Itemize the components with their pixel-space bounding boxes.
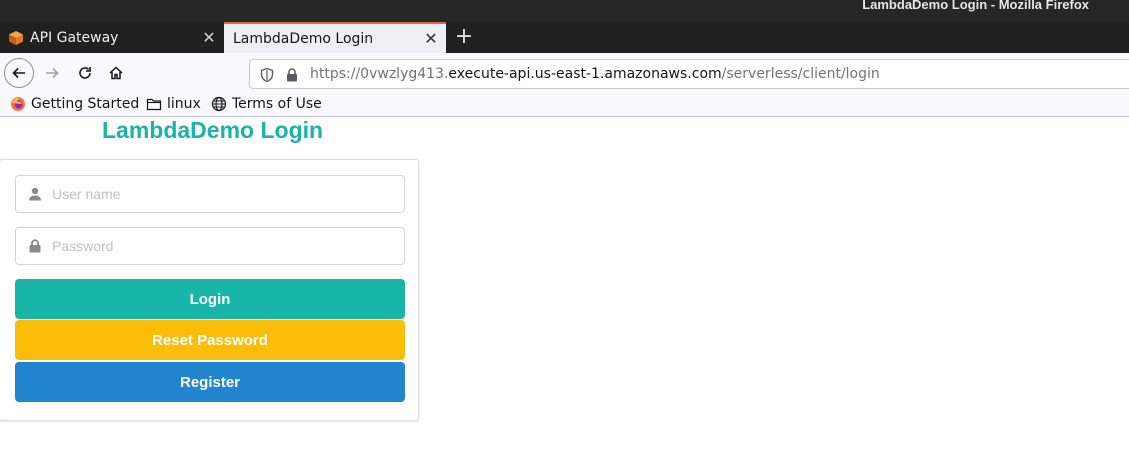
login-form: Login Reset Password Register xyxy=(0,159,419,421)
bookmark-label: Terms of Use xyxy=(232,96,322,112)
url-path: /serverless/client/login xyxy=(721,66,880,82)
back-arrow-icon xyxy=(12,67,25,79)
close-icon[interactable]: ✕ xyxy=(421,29,441,49)
tab-api-gateway[interactable]: API Gateway ✕ xyxy=(0,22,224,53)
home-button[interactable] xyxy=(101,58,131,88)
reload-button[interactable] xyxy=(70,58,100,88)
bookmark-label: Getting Started xyxy=(31,96,140,112)
page-title: LambdaDemo Login xyxy=(102,117,324,143)
login-button[interactable]: Login xyxy=(15,279,405,319)
bookmark-label: linux xyxy=(167,96,201,112)
navigation-toolbar: https://0vwzlyg413.execute-api.us-east-1… xyxy=(0,53,1129,93)
close-icon[interactable]: ✕ xyxy=(199,28,219,48)
bookmark-getting-started[interactable]: Getting Started xyxy=(10,96,139,112)
home-icon xyxy=(109,66,123,80)
tab-lambdademo-login[interactable]: LambdaDemo Login ✕ xyxy=(224,22,446,53)
window-titlebar: LambdaDemo Login - Mozilla Firefox xyxy=(0,0,1129,22)
new-tab-button[interactable]: + xyxy=(452,26,476,49)
reload-icon xyxy=(79,67,91,79)
lock-icon xyxy=(29,239,41,253)
url-text: https://0vwzlyg413.execute-api.us-east-1… xyxy=(310,66,880,82)
bookmarks-toolbar: Getting Started linux Terms of Use xyxy=(0,93,1129,117)
tab-label: LambdaDemo Login xyxy=(233,30,374,47)
user-icon xyxy=(29,187,41,201)
back-button[interactable] xyxy=(4,58,34,88)
forward-arrow-icon xyxy=(46,67,59,79)
register-button[interactable]: Register xyxy=(15,362,405,402)
bookmark-folder-linux[interactable]: linux xyxy=(146,96,201,112)
username-input[interactable] xyxy=(52,176,392,212)
folder-icon xyxy=(146,98,162,111)
reset-password-button[interactable]: Reset Password xyxy=(15,320,405,360)
password-input[interactable] xyxy=(52,228,392,264)
lock-icon[interactable] xyxy=(284,67,300,83)
username-field[interactable] xyxy=(15,175,405,213)
forward-button[interactable] xyxy=(37,58,67,88)
password-field[interactable] xyxy=(15,227,405,265)
url-prefix: https://0vwzlyg413. xyxy=(310,66,449,82)
shield-icon[interactable] xyxy=(259,67,275,83)
url-host: execute-api.us-east-1.amazonaws.com xyxy=(448,66,722,82)
window-title: LambdaDemo Login - Mozilla Firefox xyxy=(862,0,1089,12)
firefox-icon xyxy=(11,97,25,111)
url-bar[interactable]: https://0vwzlyg413.execute-api.us-east-1… xyxy=(249,59,1129,89)
tab-strip: API Gateway ✕ LambdaDemo Login ✕ xyxy=(0,22,1129,53)
tab-label: API Gateway xyxy=(30,29,119,46)
api-gateway-icon xyxy=(9,30,23,45)
bookmark-terms-of-use[interactable]: Terms of Use xyxy=(211,96,322,112)
globe-icon xyxy=(211,96,227,112)
